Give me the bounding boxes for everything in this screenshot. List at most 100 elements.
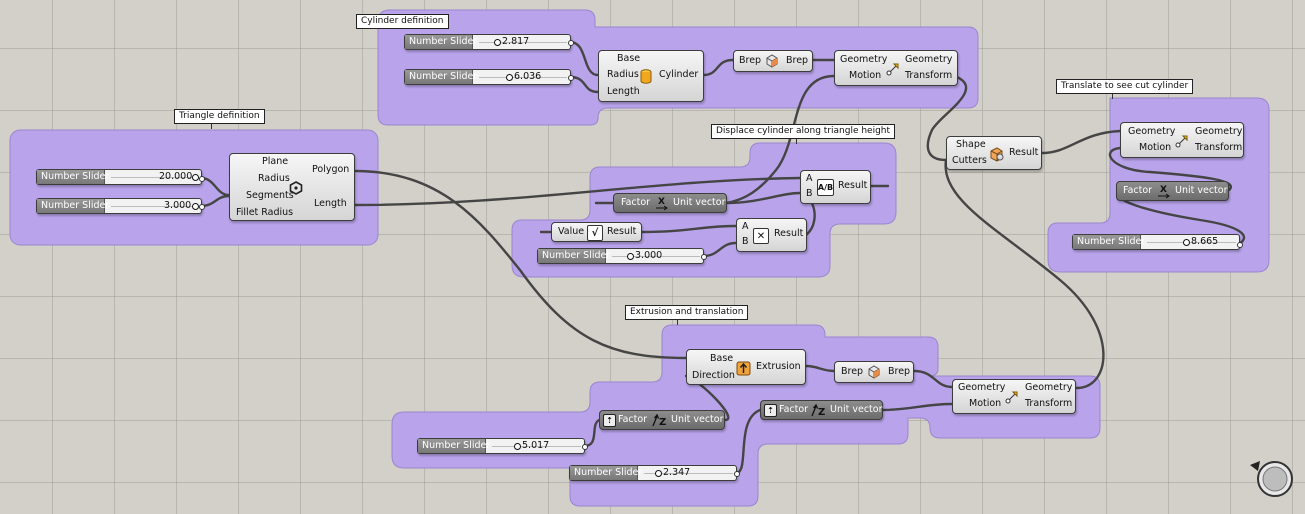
number-slider-2[interactable]: Number Slider 6.036 <box>404 69 571 85</box>
multiply-icon: ✕ <box>753 228 769 244</box>
svg-text:X: X <box>658 197 665 207</box>
input-factor[interactable]: Factor <box>1123 185 1152 197</box>
input-shape[interactable]: Shape <box>956 139 986 151</box>
slider-knob[interactable] <box>494 39 501 46</box>
output-geometry[interactable]: Geometry <box>1195 126 1242 138</box>
slider-knob[interactable] <box>514 443 521 450</box>
input-radius[interactable]: Radius <box>607 69 639 81</box>
slider-label: Number Slider <box>538 249 610 263</box>
output-unit-vector[interactable]: Unit vector <box>1175 185 1228 197</box>
brep-component-1[interactable]: Brep Brep <box>733 50 813 72</box>
output-transform[interactable]: Transform <box>1195 142 1242 154</box>
input-geometry[interactable]: Geometry <box>1128 126 1175 138</box>
input-a[interactable]: A <box>742 221 749 233</box>
input-direction[interactable]: Direction <box>692 370 735 382</box>
number-slider-7[interactable]: Number Slider 2.347 <box>569 465 737 481</box>
input-radius[interactable]: Radius <box>258 173 290 185</box>
slider-value: 8.665 <box>1191 236 1219 247</box>
output-transform[interactable]: Transform <box>1025 398 1072 410</box>
input-geometry[interactable]: Geometry <box>958 382 1005 394</box>
brep-icon <box>866 364 882 380</box>
number-slider-8[interactable]: Number Slider 8.665 <box>1072 234 1240 250</box>
output-geometry[interactable]: Geometry <box>905 54 952 66</box>
input-factor[interactable]: Factor <box>621 197 650 209</box>
slider-label: Number Slider <box>1073 235 1145 249</box>
input-plane[interactable]: Plane <box>262 156 288 168</box>
output-transform[interactable]: Transform <box>905 70 952 82</box>
cylinder-component[interactable]: Base Radius Length Cylinder <box>598 50 704 102</box>
slider-label: Number Slider <box>405 70 477 84</box>
input-cutters[interactable]: Cutters <box>952 155 987 167</box>
output-extrusion[interactable]: Extrusion <box>756 361 801 373</box>
number-slider-6[interactable]: Number Slider 5.017 <box>417 438 585 454</box>
slider-knob[interactable] <box>627 253 634 260</box>
number-slider-5[interactable]: Number Slider 3.000 <box>537 248 704 264</box>
slider-label: Number Slider <box>37 170 109 184</box>
input-fillet-radius[interactable]: Fillet Radius <box>236 207 293 219</box>
input-value[interactable]: Value <box>558 226 584 238</box>
slider-knob[interactable] <box>1183 239 1190 246</box>
brep-component-2[interactable]: Brep Brep <box>834 361 914 383</box>
polygon-icon <box>288 180 304 196</box>
brep-icon <box>764 53 780 69</box>
output-brep[interactable]: Brep <box>888 366 910 378</box>
output-cylinder[interactable]: Cylinder <box>659 69 698 81</box>
output-unit-vector[interactable]: Unit vector <box>671 414 724 426</box>
input-factor[interactable]: Factor <box>618 414 647 426</box>
unit-z-component-1[interactable]: ⇡ Factor Z Unit vector <box>599 410 725 430</box>
group-title-extrusion: Extrusion and translation <box>625 305 749 320</box>
number-slider-1[interactable]: Number Slider 2.817 <box>404 34 571 50</box>
input-brep[interactable]: Brep <box>841 366 863 378</box>
polygon-component[interactable]: Plane Radius Segments Fillet Radius Poly… <box>229 153 355 221</box>
navigation-widget-icon[interactable] <box>1248 455 1296 499</box>
output-brep[interactable]: Brep <box>786 55 808 67</box>
slider-knob[interactable] <box>655 470 662 477</box>
move-component-3[interactable]: Geometry Motion Geometry Transform <box>952 379 1076 414</box>
output-result[interactable]: Result <box>607 226 636 238</box>
unit-x-component-2[interactable]: Factor X Unit vector <box>1116 181 1229 201</box>
output-result[interactable]: Result <box>1009 147 1038 159</box>
input-segments[interactable]: Segments <box>246 190 294 202</box>
input-motion[interactable]: Motion <box>969 398 1001 410</box>
output-polygon[interactable]: Polygon <box>312 164 349 176</box>
input-motion[interactable]: Motion <box>1139 142 1171 154</box>
move-component-1[interactable]: Geometry Motion Geometry Transform <box>834 50 958 86</box>
slider-knob[interactable] <box>192 174 199 181</box>
output-length[interactable]: Length <box>314 198 347 210</box>
input-geometry[interactable]: Geometry <box>840 54 887 66</box>
output-unit-vector[interactable]: Unit vector <box>830 404 883 416</box>
output-result[interactable]: Result <box>774 228 803 240</box>
input-b[interactable]: B <box>806 188 813 200</box>
sqrt-component[interactable]: Value √ Result <box>551 222 642 242</box>
slider-value: 2.817 <box>502 36 530 47</box>
slider-label: Number Slider <box>37 199 109 213</box>
division-component[interactable]: A B A/B Result <box>800 170 871 204</box>
slider-knob[interactable] <box>506 74 513 81</box>
number-slider-4[interactable]: Number Slider 3.000 <box>36 198 202 214</box>
output-result[interactable]: Result <box>838 180 867 192</box>
input-motion[interactable]: Motion <box>849 70 881 82</box>
input-factor[interactable]: Factor <box>779 404 808 416</box>
sqrt-icon: √ <box>587 225 603 241</box>
svg-text:Z: Z <box>818 407 825 418</box>
slider-value: 2.347 <box>663 467 691 478</box>
input-base[interactable]: Base <box>710 353 733 365</box>
slider-knob[interactable] <box>192 203 199 210</box>
multiply-component[interactable]: A B ✕ Result <box>736 218 807 252</box>
extrusion-component[interactable]: Base Direction Extrusion <box>686 349 806 385</box>
move-component-2[interactable]: Geometry Motion Geometry Transform <box>1120 122 1244 158</box>
input-b[interactable]: B <box>742 236 749 248</box>
unit-z-component-2[interactable]: ⇡ Factor Z Unit vector <box>760 400 883 420</box>
input-brep[interactable]: Brep <box>739 55 761 67</box>
output-geometry[interactable]: Geometry <box>1025 382 1072 394</box>
input-a[interactable]: A <box>806 173 813 185</box>
move-icon <box>885 61 901 77</box>
svg-text:X: X <box>1160 185 1167 195</box>
slider-value: 20.000 <box>159 171 193 182</box>
output-unit-vector[interactable]: Unit vector <box>673 197 726 209</box>
input-base[interactable]: Base <box>617 53 640 65</box>
number-slider-3[interactable]: Number Slider 20.000 <box>36 169 202 185</box>
unit-x-component-1[interactable]: Factor X Unit vector <box>613 193 727 213</box>
solid-difference-component[interactable]: Shape Cutters Result <box>946 136 1042 170</box>
input-length[interactable]: Length <box>607 86 640 98</box>
